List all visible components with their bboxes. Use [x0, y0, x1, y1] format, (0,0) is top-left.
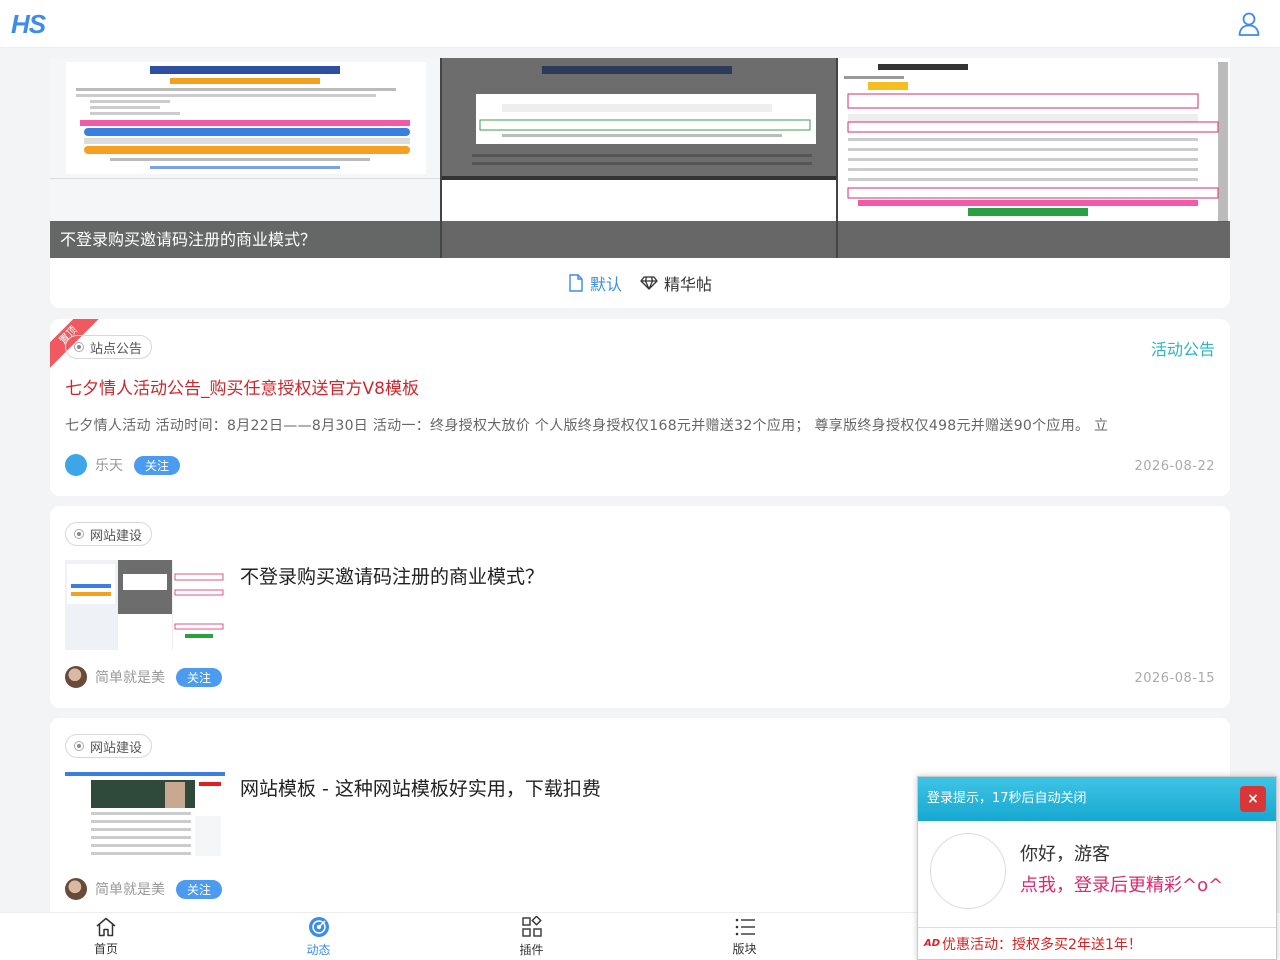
- apps-icon: [521, 916, 542, 937]
- follow-button[interactable]: 关注: [134, 455, 181, 475]
- author-name[interactable]: 简单就是美: [95, 667, 165, 687]
- nav-plugins-label: 插件: [519, 943, 544, 957]
- target-icon: [308, 917, 329, 937]
- nav-dynamic[interactable]: 动态: [212, 913, 425, 960]
- nav-plugins[interactable]: 插件: [425, 913, 638, 960]
- post-tag-label: 站点公告: [90, 341, 143, 357]
- home-icon: [96, 917, 116, 937]
- ad-icon: AD: [924, 938, 941, 949]
- tag-dot-icon: [74, 741, 84, 751]
- login-popup: 登录提示，17秒后自动关闭 × 你好，游客 点我，登录后更精彩^o^ AD 优惠…: [917, 776, 1277, 960]
- post-title[interactable]: 七夕情人活动公告_购买任意授权送官方V8模板: [65, 374, 419, 399]
- file-icon: [569, 274, 583, 292]
- post-tag[interactable]: 站点公告: [65, 335, 153, 359]
- close-button[interactable]: ×: [1240, 786, 1266, 812]
- post-excerpt: 七夕情人活动 活动时间：8月22日——8月30日 活动一：终身授权大放价 个人版…: [65, 418, 1109, 434]
- avatar[interactable]: [65, 878, 87, 900]
- nav-dynamic-label: 动态: [306, 943, 331, 957]
- popup-title: 登录提示，17秒后自动关闭: [927, 791, 1087, 806]
- sort-tab-default[interactable]: 默认: [568, 271, 622, 295]
- post-thumbnail[interactable]: [65, 560, 225, 650]
- sort-tab-essence[interactable]: 精华帖: [640, 271, 712, 295]
- nav-home[interactable]: 首页: [0, 913, 212, 960]
- guest-avatar[interactable]: [930, 833, 1006, 909]
- top-bar: HS: [0, 0, 1280, 48]
- post-author: 简单就是美 关注: [65, 666, 223, 688]
- post-title[interactable]: 网站模板 - 这种网站模板好实用，下载扣费: [240, 774, 601, 801]
- nav-sections[interactable]: 版块: [638, 913, 851, 960]
- post-tag-label: 网站建设: [90, 528, 143, 544]
- category-link[interactable]: 活动公告: [1151, 336, 1215, 360]
- nav-home-label: 首页: [93, 942, 118, 956]
- list-icon: [735, 918, 755, 936]
- post-thumbnail[interactable]: [65, 772, 225, 862]
- author-name[interactable]: 简单就是美: [95, 879, 165, 899]
- login-link[interactable]: 点我，登录后更精彩^o^: [1020, 871, 1223, 897]
- post-author: 简单就是美 关注: [65, 878, 223, 900]
- post-date: 2026-08-22: [1134, 459, 1215, 474]
- banner-carousel[interactable]: 不登录购买邀请码注册的商业模式？ 默认 精华帖: [50, 58, 1230, 308]
- diamond-icon: [640, 276, 658, 290]
- follow-button[interactable]: 关注: [176, 667, 223, 687]
- post-tag[interactable]: 网站建设: [65, 734, 153, 758]
- promo-banner[interactable]: AD 优惠活动：授权多买2年送1年！: [918, 927, 1276, 959]
- post-card[interactable]: 网站建设 不登录购买邀请码注册的商业模式？ 简单就是美 关注 2026-08-1…: [50, 506, 1230, 708]
- sort-tab-essence-label: 精华帖: [664, 275, 713, 294]
- post-tag[interactable]: 网站建设: [65, 522, 153, 546]
- avatar[interactable]: [65, 454, 87, 476]
- tag-dot-icon: [74, 342, 84, 352]
- post-card[interactable]: 置顶 站点公告 活动公告 七夕情人活动公告_购买任意授权送官方V8模板 七夕情人…: [50, 319, 1230, 496]
- sort-tabs: 默认 精华帖: [50, 268, 1230, 298]
- user-icon[interactable]: [1238, 12, 1260, 36]
- sort-tab-default-label: 默认: [589, 275, 622, 294]
- post-author: 乐天 关注: [65, 454, 181, 476]
- banner-caption[interactable]: 不登录购买邀请码注册的商业模式？: [50, 221, 1230, 258]
- follow-button[interactable]: 关注: [176, 879, 223, 899]
- tag-dot-icon: [74, 529, 84, 539]
- promo-text[interactable]: 优惠活动：授权多买2年送1年！: [942, 934, 1142, 954]
- post-title[interactable]: 不登录购买邀请码注册的商业模式？: [240, 562, 544, 589]
- popup-header: 登录提示，17秒后自动关闭 ×: [918, 777, 1276, 821]
- site-logo[interactable]: HS: [11, 9, 46, 40]
- post-date: 2026-08-15: [1134, 671, 1215, 686]
- popup-greeting: 你好，游客: [1020, 844, 1110, 865]
- author-name[interactable]: 乐天: [95, 455, 123, 475]
- nav-sections-label: 版块: [732, 942, 757, 956]
- post-tag-label: 网站建设: [90, 740, 143, 756]
- avatar[interactable]: [65, 666, 87, 688]
